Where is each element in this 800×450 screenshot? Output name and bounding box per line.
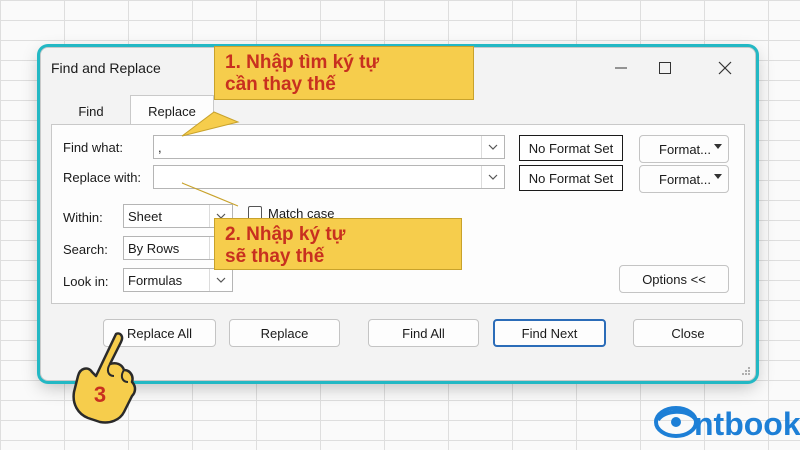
callout-2-pointer	[181, 182, 239, 207]
callout-1-line-2: cần thay thế	[225, 74, 336, 95]
logo-text: ntbook	[694, 406, 800, 442]
logo-mark: ntbook	[654, 406, 800, 442]
ntbook-logo: ntbook	[654, 398, 800, 444]
callout-2-line-2: sẽ thay thế	[225, 246, 325, 267]
callout-1-line-1: 1. Nhập tìm ký tự	[225, 52, 380, 73]
step-number: 3	[94, 382, 106, 407]
callout-2-line-1: 2. Nhập ký tự	[225, 224, 346, 245]
callout-1: 1. Nhập tìm ký tự cần thay thế	[214, 46, 474, 100]
pointing-hand-icon: 3	[72, 332, 137, 424]
callout-1-pointer	[181, 111, 240, 137]
callout-2: 2. Nhập ký tự sẽ thay thế	[214, 218, 462, 270]
